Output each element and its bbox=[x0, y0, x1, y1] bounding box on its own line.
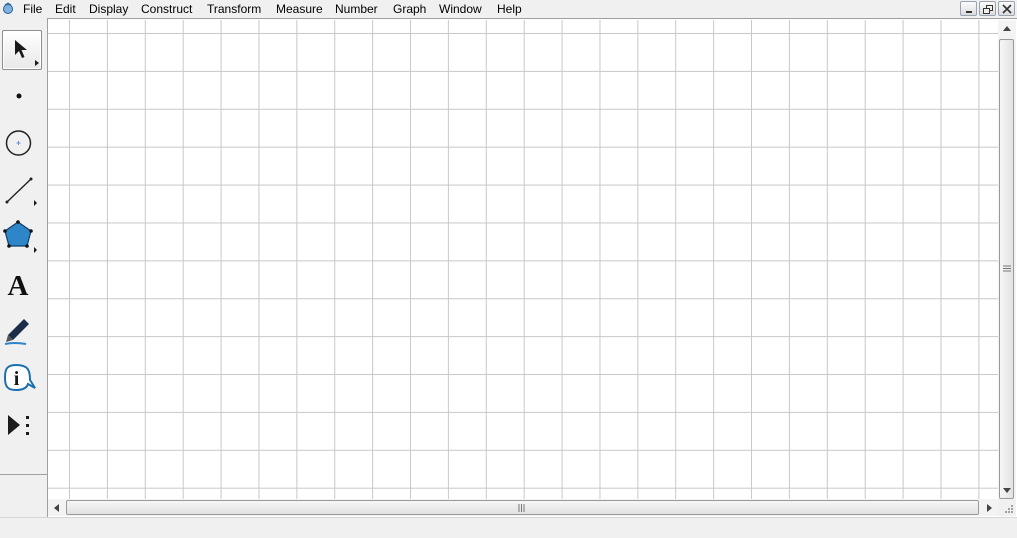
text-tool[interactable]: A bbox=[2, 264, 42, 304]
circle-icon bbox=[5, 130, 32, 156]
menu-transform[interactable]: Transform bbox=[207, 2, 261, 16]
svg-text:i: i bbox=[14, 368, 20, 390]
restore-icon bbox=[983, 5, 993, 14]
menu-file[interactable]: File bbox=[23, 2, 42, 16]
vertical-scrollbar[interactable] bbox=[998, 20, 1016, 499]
menu-window[interactable]: Window bbox=[439, 2, 482, 16]
minimize-icon bbox=[966, 11, 972, 13]
scroll-left-arrow-icon[interactable] bbox=[48, 499, 65, 516]
close-button[interactable] bbox=[998, 1, 1015, 16]
info-icon: i bbox=[3, 363, 36, 392]
segment-icon bbox=[5, 177, 37, 206]
pentagon-icon bbox=[3, 220, 37, 253]
app-icon[interactable] bbox=[2, 2, 14, 14]
restore-button[interactable] bbox=[979, 1, 996, 16]
horizontal-scrollbar[interactable] bbox=[48, 499, 998, 516]
close-icon bbox=[1002, 4, 1012, 14]
scroll-up-arrow-icon[interactable] bbox=[998, 20, 1015, 37]
svg-text:A: A bbox=[8, 270, 29, 302]
vertical-scroll-thumb[interactable] bbox=[999, 39, 1014, 499]
menu-bar: File Edit Display Construct Transform Me… bbox=[0, 0, 1017, 18]
arrow-selection-tool[interactable] bbox=[2, 30, 42, 70]
menu-display[interactable]: Display bbox=[89, 2, 128, 16]
marker-tool[interactable] bbox=[2, 311, 42, 351]
marker-icon bbox=[4, 319, 29, 345]
menu-measure[interactable]: Measure bbox=[276, 2, 323, 16]
straightedge-tool[interactable] bbox=[2, 170, 42, 210]
menu-graph[interactable]: Graph bbox=[393, 2, 426, 16]
polygon-tool[interactable] bbox=[2, 217, 42, 257]
point-tool[interactable] bbox=[2, 76, 42, 116]
scroll-down-arrow-icon[interactable] bbox=[998, 482, 1015, 499]
information-tool[interactable]: i bbox=[2, 358, 42, 398]
sketch-canvas-grid[interactable] bbox=[48, 20, 998, 499]
horizontal-scroll-thumb[interactable] bbox=[66, 500, 979, 515]
menu-edit[interactable]: Edit bbox=[55, 2, 76, 16]
custom-tools-icon bbox=[8, 415, 29, 435]
custom-tools[interactable] bbox=[2, 405, 42, 445]
arrow-icon bbox=[15, 40, 39, 66]
toolbox-divider bbox=[0, 474, 47, 475]
resize-corner[interactable] bbox=[998, 499, 1016, 516]
resize-grip-icon bbox=[1005, 505, 1013, 513]
minimize-button[interactable] bbox=[960, 1, 977, 16]
menu-number[interactable]: Number bbox=[335, 2, 378, 16]
compass-tool[interactable] bbox=[2, 123, 42, 163]
status-bar bbox=[0, 517, 1017, 538]
grip-icon bbox=[1003, 265, 1011, 272]
point-icon bbox=[16, 93, 22, 99]
toolbox: A i bbox=[0, 18, 47, 517]
grip-icon bbox=[518, 504, 525, 512]
letter-a-icon: A bbox=[8, 270, 29, 302]
menu-construct[interactable]: Construct bbox=[141, 2, 192, 16]
menu-help[interactable]: Help bbox=[497, 2, 522, 16]
scroll-right-arrow-icon[interactable] bbox=[981, 499, 998, 516]
